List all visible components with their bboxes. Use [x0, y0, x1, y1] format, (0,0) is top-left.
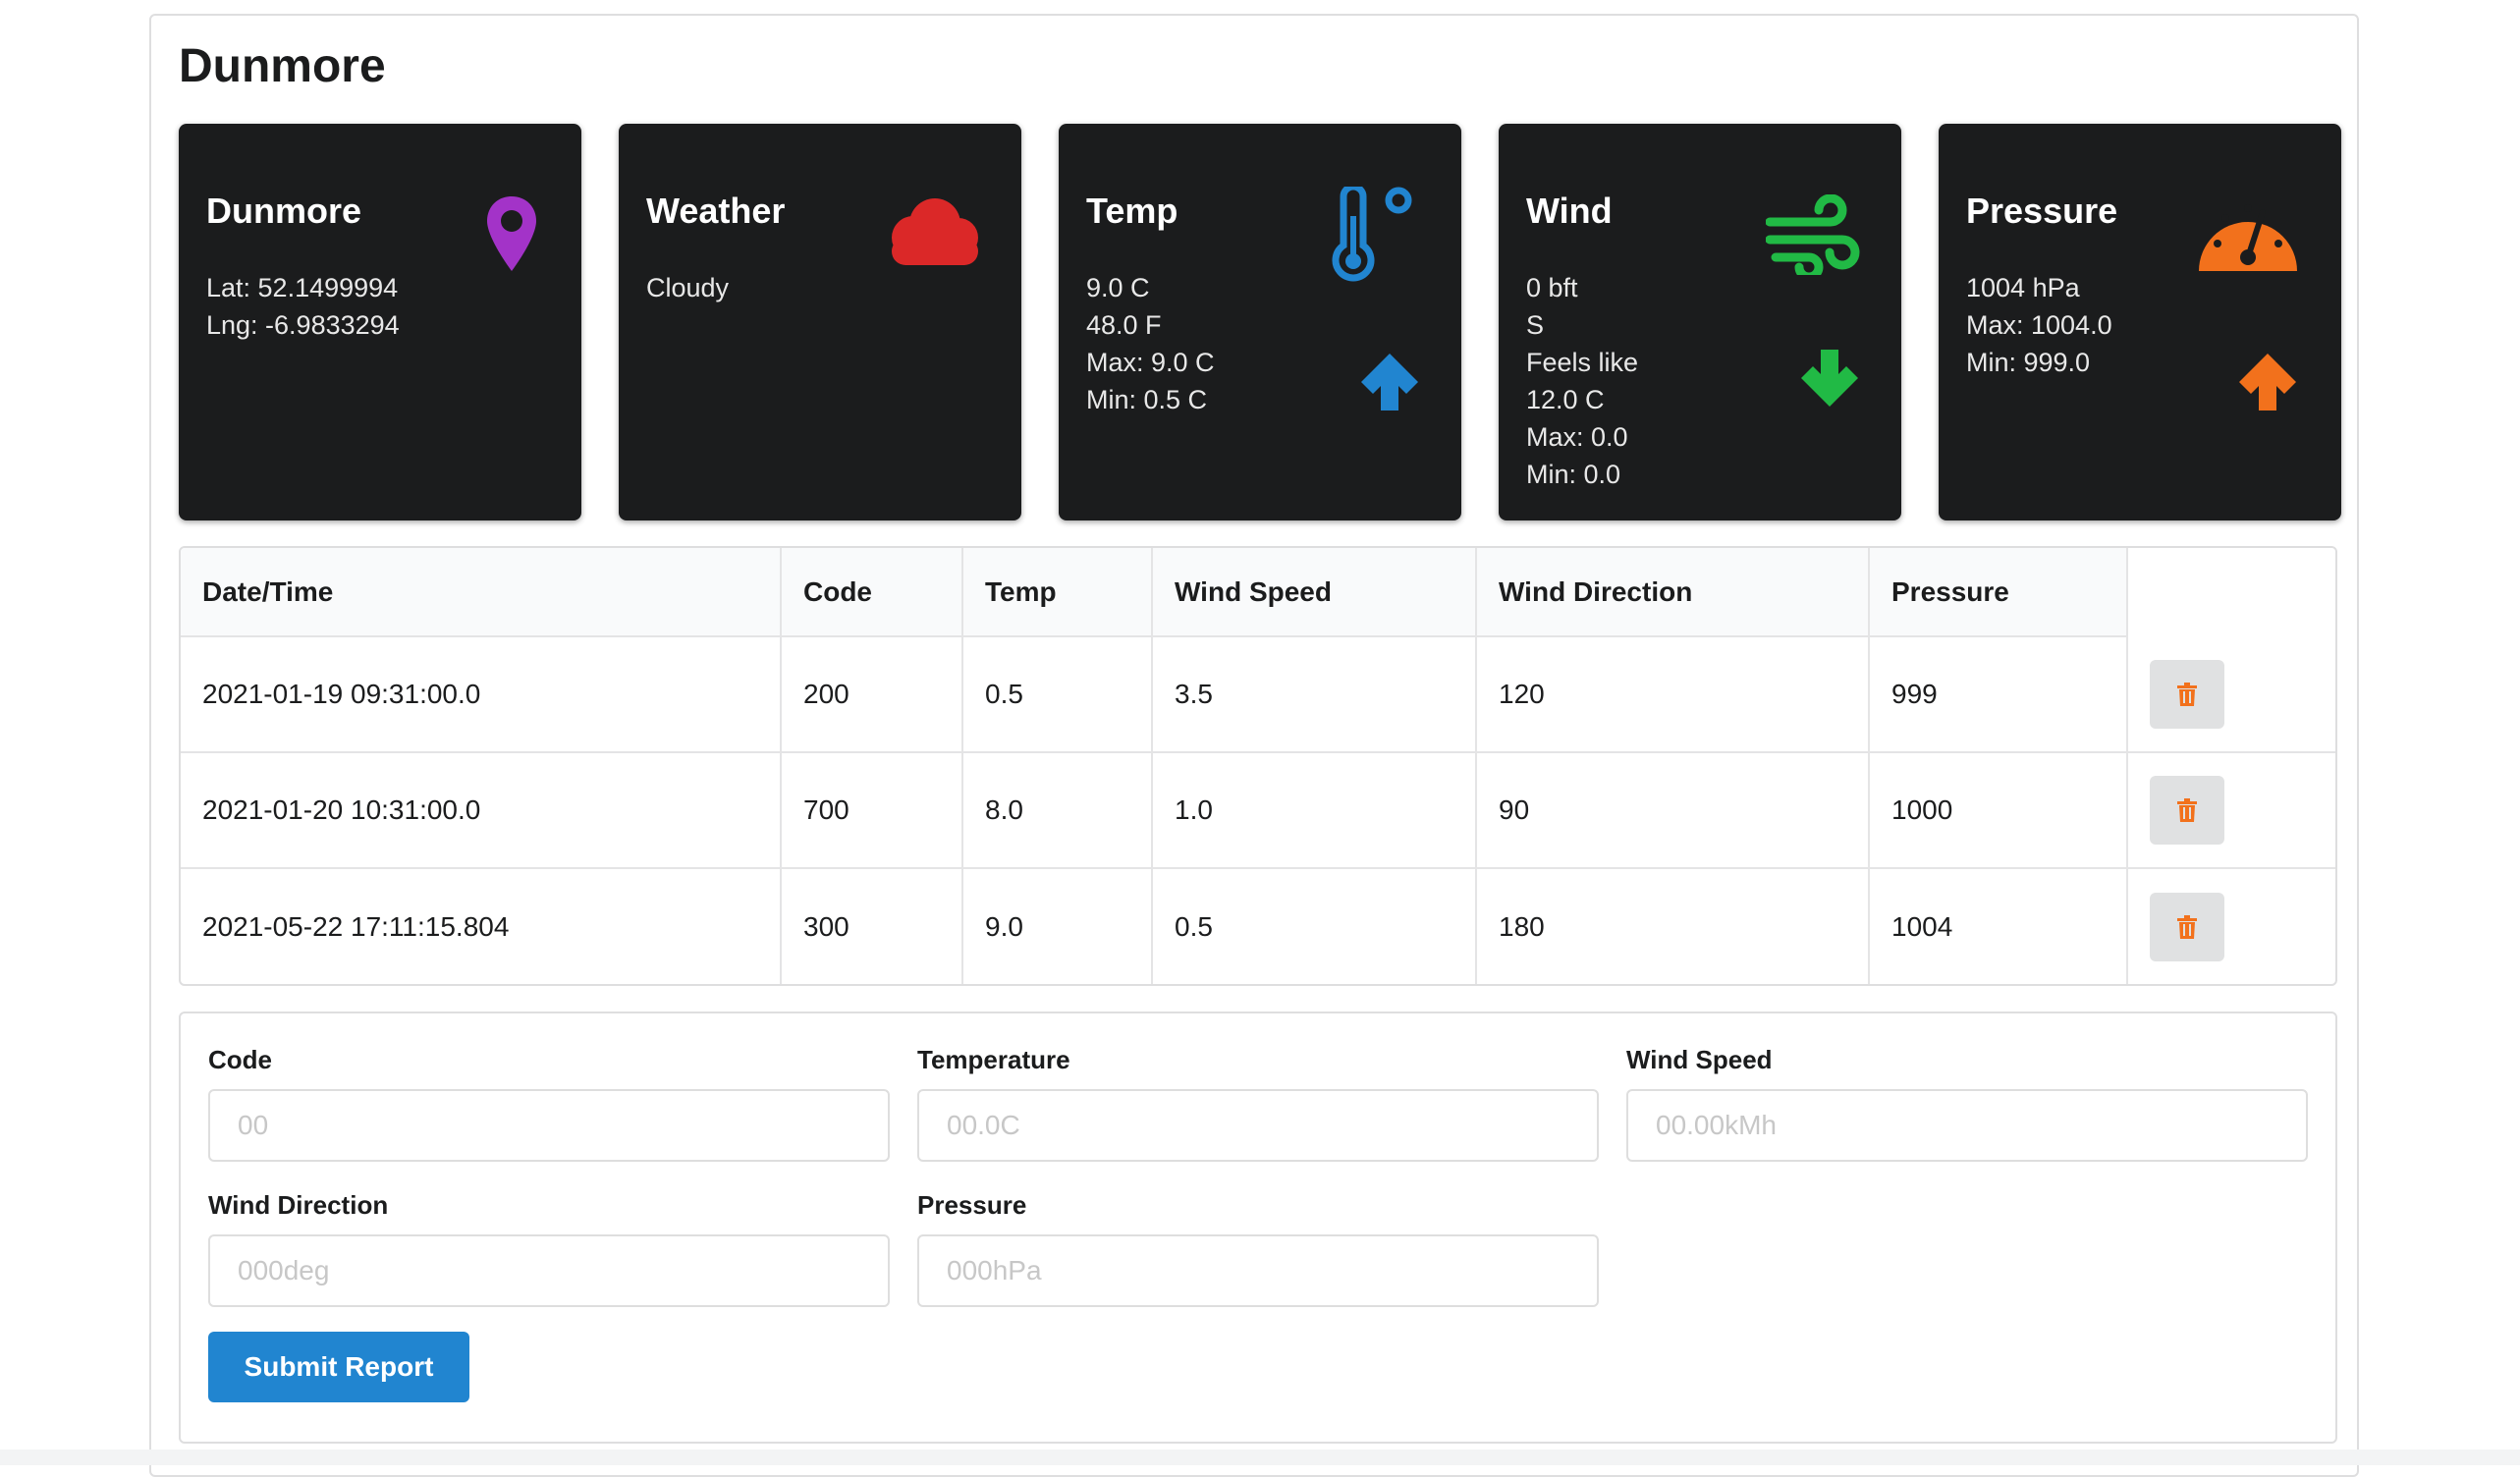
column-header-actions	[2127, 548, 2335, 636]
column-header-wind-direction: Wind Direction	[1476, 548, 1870, 637]
temp-max: Max: 9.0 C	[1086, 348, 1215, 377]
latitude-text: Lat: 52.1499994	[206, 273, 399, 302]
temp-details: 9.0 C 48.0 F Max: 9.0 C Min: 0.5 C	[1086, 269, 1215, 418]
feels-like-label: Feels like	[1526, 348, 1639, 377]
readings-table: Date/Time Code Temp Wind Speed Wind Dire…	[179, 546, 2337, 986]
longitude-text: Lng: -6.9833294	[206, 310, 400, 340]
bottom-strip	[0, 1450, 2520, 1465]
table-row: 2021-05-22 17:11:15.804 300 9.0 0.5 180 …	[181, 867, 2335, 984]
page-title: Dunmore	[179, 40, 386, 92]
trash-icon	[2177, 682, 2197, 706]
trash-icon	[2177, 798, 2197, 822]
cell-wind-speed: 0.5	[1152, 867, 1477, 984]
temperature-input[interactable]	[917, 1089, 1599, 1162]
cell-temp: 8.0	[962, 751, 1153, 868]
wind-direction-input[interactable]	[208, 1234, 890, 1307]
cell-code: 300	[781, 867, 963, 984]
wind-direction: S	[1526, 310, 1545, 340]
column-header-wind-speed: Wind Speed	[1152, 548, 1477, 637]
weather-condition: Cloudy	[646, 273, 730, 302]
cell-wind-speed: 1.0	[1152, 751, 1477, 868]
delete-button[interactable]	[2150, 776, 2224, 845]
temperature-field: Temperature	[917, 1045, 1599, 1162]
column-header-pressure: Pressure	[1869, 548, 2128, 637]
thermometer-icon	[1326, 183, 1424, 290]
temp-celsius: 9.0 C	[1086, 273, 1150, 302]
pressure-input[interactable]	[917, 1234, 1599, 1307]
pressure-field: Pressure	[917, 1190, 1599, 1307]
cell-wind-speed: 3.5	[1152, 636, 1477, 752]
cell-datetime: 2021-01-20 10:31:00.0	[181, 751, 782, 868]
weather-card-title: Weather	[646, 191, 786, 231]
temp-min: Min: 0.5 C	[1086, 385, 1208, 414]
column-header-code: Code	[781, 548, 963, 637]
cell-datetime: 2021-05-22 17:11:15.804	[181, 867, 782, 984]
wind-direction-label: Wind Direction	[208, 1190, 389, 1220]
delete-button[interactable]	[2150, 892, 2224, 961]
gauge-icon	[2196, 192, 2300, 280]
wind-card: Wind 0 bft S Feels like 12.0 C Max: 0.0 …	[1499, 124, 1901, 520]
wind-speed-input[interactable]	[1626, 1089, 2308, 1162]
cell-wind-direction: 120	[1476, 636, 1870, 752]
cell-temp: 0.5	[962, 636, 1153, 752]
code-field: Code	[208, 1045, 890, 1162]
wind-max: Max: 0.0	[1526, 422, 1628, 452]
cell-code: 700	[781, 751, 963, 868]
cell-actions	[2127, 751, 2335, 868]
location-card: Dunmore Lat: 52.1499994 Lng: -6.9833294	[179, 124, 581, 520]
wind-icon	[1765, 193, 1860, 282]
pressure-details: 1004 hPa Max: 1004.0 Min: 999.0	[1966, 269, 2112, 381]
cell-pressure: 1004	[1869, 867, 2128, 984]
page-container: Dunmore Dunmore Lat: 52.1499994 Lng: -6.…	[149, 14, 2359, 1477]
report-form: Code Temperature Wind Speed Wind Directi…	[179, 1012, 2337, 1444]
cell-actions	[2127, 867, 2335, 984]
cell-code: 200	[781, 636, 963, 752]
wind-details: 0 bft S Feels like 12.0 C Max: 0.0 Min: …	[1526, 269, 1638, 493]
up-arrow-icon	[1357, 350, 1422, 419]
column-header-temp: Temp	[962, 548, 1153, 637]
cell-datetime: 2021-01-19 09:31:00.0	[181, 636, 782, 752]
temperature-label: Temperature	[917, 1045, 1070, 1074]
wind-card-title: Wind	[1526, 191, 1613, 231]
cell-actions	[2127, 636, 2335, 752]
wind-min: Min: 0.0	[1526, 460, 1621, 489]
weather-card: Weather Cloudy	[619, 124, 1021, 520]
summary-cards: Dunmore Lat: 52.1499994 Lng: -6.9833294 …	[179, 124, 2341, 520]
cell-wind-direction: 90	[1476, 751, 1870, 868]
cell-pressure: 1000	[1869, 751, 2128, 868]
temp-card-title: Temp	[1086, 191, 1178, 231]
feels-like-value: 12.0 C	[1526, 385, 1605, 414]
map-pin-icon	[485, 194, 538, 278]
location-card-title: Dunmore	[206, 191, 362, 231]
table-header-row: Date/Time Code Temp Wind Speed Wind Dire…	[181, 548, 2335, 637]
up-arrow-icon	[2235, 350, 2300, 419]
wind-speed-field: Wind Speed	[1626, 1045, 2308, 1162]
pressure-card: Pressure 1004 hPa Max: 1004.0 Min: 999.0	[1939, 124, 2341, 520]
column-header-datetime: Date/Time	[181, 548, 782, 637]
cell-pressure: 999	[1869, 636, 2128, 752]
submit-report-button[interactable]: Submit Report	[208, 1332, 469, 1402]
down-arrow-icon	[1797, 346, 1862, 415]
table-row: 2021-01-19 09:31:00.0 200 0.5 3.5 120 99…	[181, 636, 2335, 752]
cell-wind-direction: 180	[1476, 867, 1870, 984]
pressure-min: Min: 999.0	[1966, 348, 2091, 377]
pressure-label: Pressure	[917, 1190, 1027, 1220]
pressure-card-title: Pressure	[1966, 191, 2118, 231]
cell-temp: 9.0	[962, 867, 1153, 984]
pressure-value: 1004 hPa	[1966, 273, 2080, 302]
delete-button[interactable]	[2150, 659, 2224, 729]
wind-direction-field: Wind Direction	[208, 1190, 890, 1307]
code-input[interactable]	[208, 1089, 890, 1162]
table-row: 2021-01-20 10:31:00.0 700 8.0 1.0 90 100…	[181, 751, 2335, 868]
weather-details: Cloudy	[646, 269, 729, 306]
pressure-max: Max: 1004.0	[1966, 310, 2112, 340]
temp-card: Temp 9.0 C 48.0 F Max: 9.0 C Min: 0.5 C	[1059, 124, 1461, 520]
temp-fahrenheit: 48.0 F	[1086, 310, 1162, 340]
trash-icon	[2177, 914, 2197, 939]
code-label: Code	[208, 1045, 272, 1074]
cloud-icon	[884, 194, 982, 272]
location-details: Lat: 52.1499994 Lng: -6.9833294	[206, 269, 400, 344]
wind-bft: 0 bft	[1526, 273, 1578, 302]
wind-speed-label: Wind Speed	[1626, 1045, 1773, 1074]
